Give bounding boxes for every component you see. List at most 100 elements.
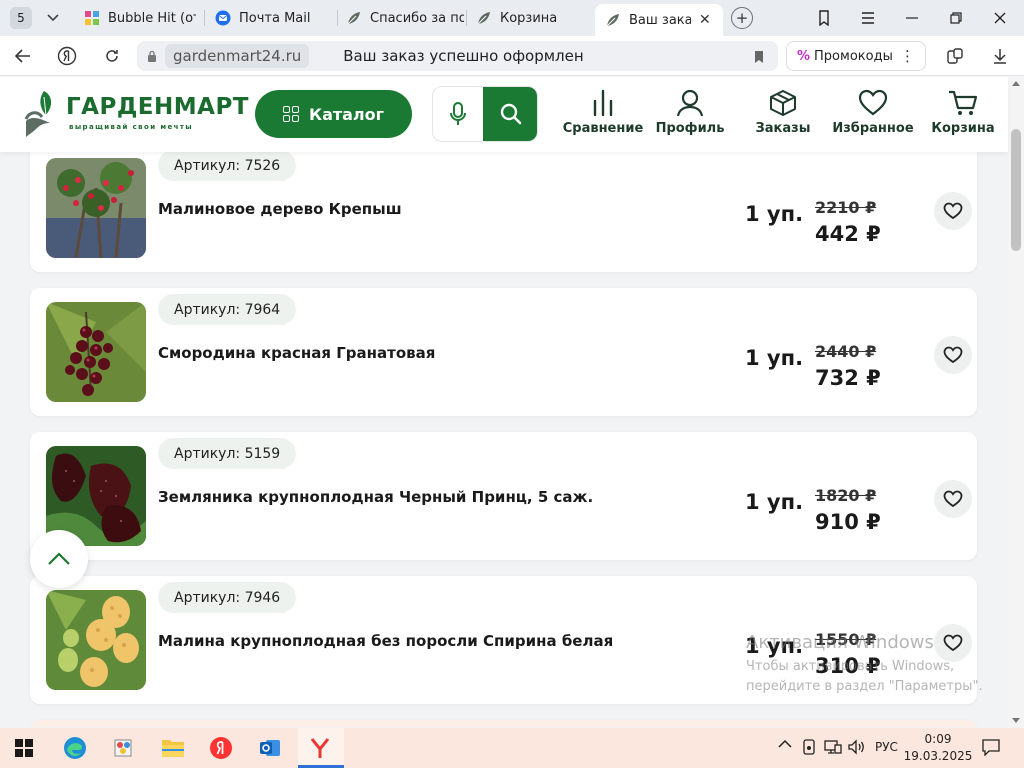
chevron-down-icon[interactable] <box>40 7 66 29</box>
product-name[interactable]: Малиновое дерево Крепыш <box>158 200 402 218</box>
header-orders[interactable]: Заказы <box>750 89 816 144</box>
old-price: 2440 ₽ <box>815 342 877 361</box>
logo-hand-leaf-icon <box>24 91 52 137</box>
bookmark-icon[interactable] <box>754 49 764 63</box>
reload-icon[interactable] <box>99 44 125 68</box>
yandex-app-icon[interactable] <box>205 732 237 764</box>
favorite-button[interactable] <box>934 624 972 662</box>
window-close-icon[interactable] <box>985 4 1015 32</box>
windows-start-icon[interactable] <box>8 732 40 764</box>
network-icon[interactable] <box>824 739 842 758</box>
gardenmart-leaf-icon <box>476 10 492 26</box>
promo-codes-label: Промокоды <box>814 48 893 64</box>
paint-app-icon[interactable] <box>108 732 140 764</box>
browser-tab[interactable]: Корзина <box>476 4 586 32</box>
system-clock[interactable]: 0:09 19.03.2025 <box>900 731 976 765</box>
yellow-raspberry-photo[interactable] <box>46 590 146 690</box>
page-title: Ваш заказ успешно оформлен <box>343 47 584 65</box>
download-icon[interactable] <box>987 44 1013 68</box>
edge-browser-icon[interactable] <box>59 732 91 764</box>
file-explorer-icon[interactable] <box>157 732 189 764</box>
browser-tab[interactable]: Спасибо за по <box>346 4 464 32</box>
notifications-icon[interactable] <box>982 738 1000 759</box>
header-favorites[interactable]: Избранное <box>832 89 914 144</box>
mail-icon <box>215 10 231 26</box>
favorite-button[interactable] <box>934 336 972 374</box>
gardenmart-leaf-icon <box>346 10 362 26</box>
catalog-button[interactable]: Каталог <box>255 90 412 138</box>
order-item-card: Артикул: 5159 Земляника крупноплодная Че… <box>30 432 977 560</box>
raspberry-tree-photo[interactable] <box>46 158 146 258</box>
microphone-icon[interactable] <box>433 87 483 141</box>
page-scrollbar[interactable] <box>1008 77 1024 727</box>
tab-separator <box>204 10 205 26</box>
address-bar-row: gardenmart24.ru Ваш заказ успешно оформл… <box>0 36 1024 76</box>
profile-icon <box>676 89 704 117</box>
quantity: 1 уп. <box>745 346 804 370</box>
clock-time: 0:09 <box>924 732 952 746</box>
bubble-hit-icon <box>84 10 100 26</box>
tab-count-badge[interactable]: 5 <box>10 7 32 29</box>
heart-icon <box>858 89 888 116</box>
more-vertical-icon[interactable]: ⋮ <box>900 47 915 65</box>
product-name[interactable]: Малина крупноплодная без поросли Спирина… <box>158 632 613 650</box>
scroll-up-arrow-icon[interactable] <box>1012 81 1020 86</box>
heart-icon <box>943 490 963 508</box>
old-price: 1550 ₽ <box>815 630 877 649</box>
scroll-down-arrow-icon[interactable] <box>1012 718 1020 723</box>
order-item-card: Артикул: 7946 Малина крупноплодная без п… <box>30 576 977 704</box>
close-icon[interactable]: ✕ <box>699 12 711 28</box>
header-profile[interactable]: Профиль <box>656 89 724 144</box>
header-compare[interactable]: Сравнение <box>563 89 643 144</box>
yandex-browser-icon[interactable] <box>304 732 336 764</box>
menu-icon[interactable] <box>853 4 883 32</box>
search-button[interactable] <box>483 87 537 141</box>
back-arrow-icon[interactable] <box>10 44 36 68</box>
logo-name: ГАРДЕНМАРТ <box>66 94 249 120</box>
tab-title: Спасибо за по <box>370 10 464 26</box>
outlook-icon[interactable] <box>254 732 286 764</box>
tab-title: Почта Mail <box>239 10 311 26</box>
scrollbar-thumb[interactable] <box>1011 129 1021 251</box>
volume-icon[interactable] <box>848 739 866 758</box>
site-header: ГАРДЕНМАРТ выращивай свои мечты Каталог … <box>0 77 1008 152</box>
extensions-icon[interactable] <box>942 44 968 68</box>
url-field[interactable]: gardenmart24.ru Ваш заказ успешно оформл… <box>137 41 778 71</box>
order-item-card: Артикул: 7526 Малиновое дерево Крепыш 1 … <box>30 152 977 272</box>
header-cart[interactable]: Корзина <box>930 89 996 144</box>
header-orders-label: Заказы <box>755 121 811 136</box>
tray-chevron-up-icon[interactable] <box>778 738 792 752</box>
browser-tab[interactable]: Bubble Hit (от <box>84 4 196 32</box>
cart-icon <box>949 90 978 115</box>
browser-tab-active[interactable]: Ваш заказ у ✕ <box>595 4 723 36</box>
browser-tab-strip: 5 Bubble Hit (от Почта Mail Спасибо за п… <box>0 0 1024 36</box>
favorite-button[interactable] <box>934 480 972 518</box>
order-item-card-partial <box>30 720 977 727</box>
yandex-icon[interactable] <box>54 44 80 68</box>
product-name[interactable]: Земляника крупноплодная Черный Принц, 5 … <box>158 488 593 506</box>
tab-title: Корзина <box>500 10 558 26</box>
collections-icon[interactable] <box>809 4 839 32</box>
quantity: 1 уп. <box>745 490 804 514</box>
compare-icon <box>593 89 613 117</box>
new-tab-button[interactable]: + <box>731 7 753 29</box>
price: 732 ₽ <box>815 366 881 390</box>
red-currant-photo[interactable] <box>46 302 146 402</box>
favorite-button[interactable] <box>934 192 972 230</box>
site-logo[interactable]: ГАРДЕНМАРТ выращивай свои мечты <box>24 89 249 139</box>
minimize-icon[interactable] <box>897 4 927 32</box>
product-name[interactable]: Смородина красная Гранатовая <box>158 344 435 362</box>
promo-codes-button[interactable]: % Промокоды ⋮ <box>786 41 926 71</box>
browser-tab[interactable]: Почта Mail <box>215 4 333 32</box>
language-indicator[interactable]: РУС <box>875 740 898 754</box>
header-cart-label: Корзина <box>931 121 995 136</box>
tray-device-icon[interactable] <box>802 739 816 758</box>
scroll-to-top-button[interactable] <box>30 530 88 588</box>
restore-icon[interactable] <box>941 4 971 32</box>
search-icon <box>500 103 522 125</box>
sku-badge: Артикул: 5159 <box>158 438 297 469</box>
header-favorites-label: Избранное <box>832 121 914 136</box>
old-price: 2210 ₽ <box>815 198 877 217</box>
url-domain: gardenmart24.ru <box>165 44 310 68</box>
tab-separator <box>337 10 338 26</box>
